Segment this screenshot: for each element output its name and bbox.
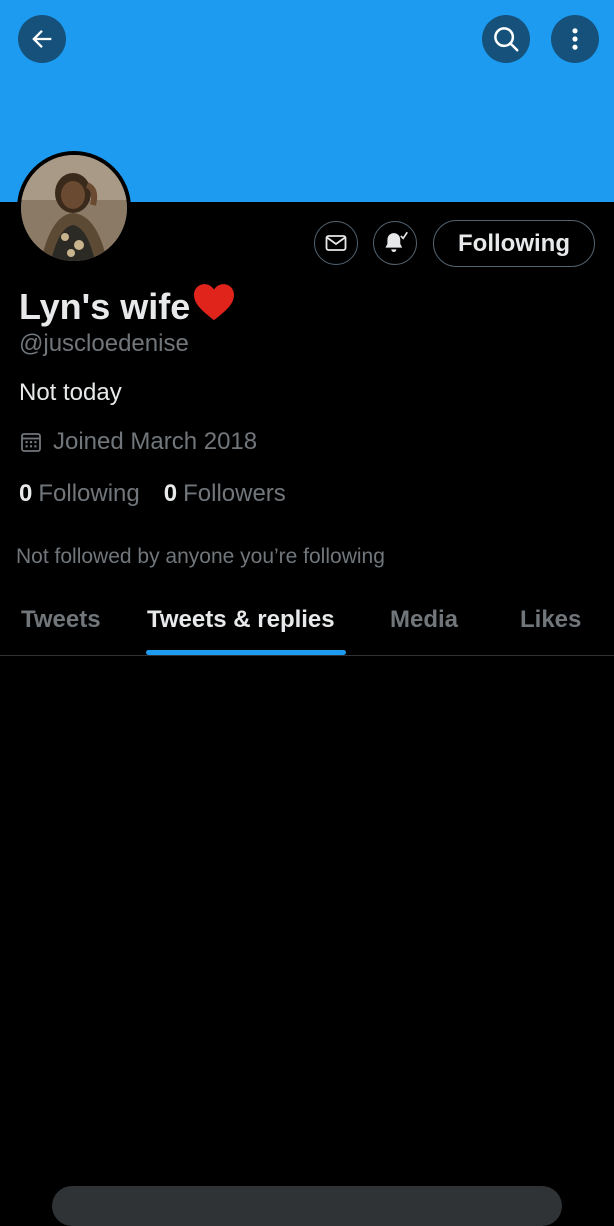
followers-label: Followers [183,480,286,507]
following-stat[interactable]: 0 Following [19,480,140,508]
tab-likes[interactable]: Likes [520,606,581,634]
profile-tabs: Tweets Tweets & replies Media Likes [0,600,614,656]
tab-tweets[interactable]: Tweets [21,606,101,634]
more-vertical-icon [572,28,578,50]
calendar-icon [21,433,41,452]
message-button[interactable] [314,221,358,265]
joined-text: Joined March 2018 [53,428,258,455]
following-button[interactable]: Following [433,220,595,267]
bottom-bar[interactable] [52,1186,562,1226]
bio: Not today [19,379,122,406]
display-name: Lyn's wife [19,282,236,331]
back-button[interactable] [18,15,66,63]
search-button[interactable] [482,15,530,63]
active-tab-indicator [146,650,346,655]
followers-stat[interactable]: 0 Followers [164,480,286,508]
more-options-button[interactable] [551,15,599,63]
following-label: Following [38,480,140,507]
joined-date: Joined March 2018 [19,428,257,456]
follow-stats: 0 Following 0 Followers [19,480,310,508]
tab-tweets-and-replies[interactable]: Tweets & replies [147,606,335,634]
arrow-left-icon [32,30,52,48]
search-icon [494,27,519,52]
envelope-icon [325,235,347,251]
followers-count: 0 [163,480,178,507]
handle: @juscloedenise [19,330,189,357]
tab-media[interactable]: Media [390,606,458,634]
heart-icon [192,282,236,331]
avatar[interactable] [17,151,131,265]
display-name-text: Lyn's wife [19,285,191,327]
bell-check-icon [385,231,408,252]
following-count: 0 [19,480,33,507]
notifications-button[interactable] [373,221,417,265]
avatar-image [21,155,127,261]
not-followed-notice: Not followed by anyone you’re following [16,545,385,568]
